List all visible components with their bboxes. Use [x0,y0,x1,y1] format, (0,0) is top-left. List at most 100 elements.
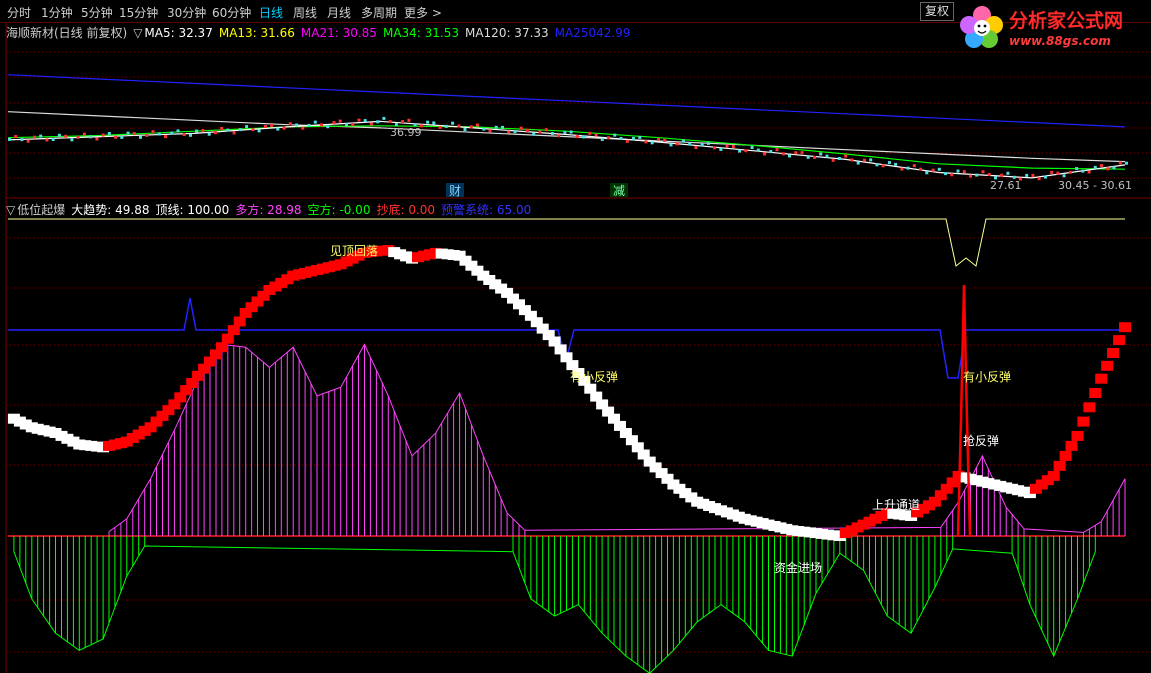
candle [195,129,199,133]
candle [226,128,230,132]
candle [962,170,966,174]
candle [1093,165,1097,169]
candle [781,152,785,156]
candle [1068,170,1072,174]
low-price-label: 27.61 [990,179,1022,192]
candle [288,122,292,126]
trend-block-up [1077,416,1090,427]
grab-rebound-label: 抢反弹 [963,433,999,448]
candle [544,128,548,132]
candle [369,122,373,126]
candle [507,130,511,134]
candle [1056,171,1060,175]
candle [57,133,61,137]
trend-block-up [1119,322,1131,333]
candle [675,142,679,146]
candle [644,140,648,144]
candle [912,164,916,168]
candle [1125,161,1128,165]
candle [295,123,299,127]
candle [987,172,991,176]
trend-block-up [1101,360,1114,371]
candle [725,144,729,148]
bottom-signal-spike [956,284,972,537]
trend-block-up [233,316,246,327]
cai-marker[interactable]: 财 [449,184,461,198]
trend-block-up [1089,388,1102,398]
candle [70,138,74,142]
candle [563,130,567,134]
candle [769,150,773,154]
candle [164,135,167,139]
candle [719,147,723,151]
candle [1037,177,1041,181]
candle [1112,166,1116,170]
candle [975,173,979,177]
candle [501,125,504,129]
candle [625,139,629,143]
candle [800,151,804,155]
candle [950,173,954,177]
candle [613,133,617,137]
candle [238,128,242,132]
candle [887,161,891,165]
candle [619,137,623,140]
candle [45,138,49,142]
trend-block-up [1095,373,1108,384]
candle [189,133,192,137]
candle [382,116,386,120]
trend-block-up [1083,402,1096,413]
candle [444,124,448,128]
candle [944,172,947,176]
candle [313,120,317,124]
jian-marker[interactable]: 减 [613,184,625,198]
candle [120,135,124,139]
candle [101,133,105,137]
candle [126,131,130,135]
candle [301,126,305,130]
candle [307,123,311,127]
trend-block-up [227,325,240,336]
candle [182,133,186,136]
candle [557,134,561,138]
candle [263,125,267,128]
trend-block-up [1107,348,1120,358]
candle [706,141,710,145]
candle [931,168,935,172]
candle [856,161,860,165]
candle [969,174,972,178]
candle [213,131,217,135]
candle [825,154,829,158]
trend-block-up [221,333,234,344]
candle [763,152,767,156]
candle [401,120,405,124]
candle [132,132,136,136]
candle [1081,169,1085,173]
ma-line-ma5 [7,120,1126,179]
candle [850,158,854,162]
candle [906,166,910,170]
candle [831,158,835,162]
candle [1062,174,1066,178]
trend-block-up [1065,440,1078,451]
candle [738,149,742,153]
small-rebound-label-1: 有小反弹 [570,370,618,384]
high-price-label: 36.99 [390,126,422,139]
ma-line-ma34 [7,125,1126,170]
candle [756,148,760,152]
candle [881,164,885,168]
candle [320,123,323,127]
candle [681,139,685,143]
candle [688,142,692,146]
candle [51,138,55,141]
candle [64,134,68,138]
candle [276,127,280,131]
candle [1000,173,1004,177]
candle [694,146,698,149]
candle [588,131,592,135]
candle [713,146,717,150]
price-lines [7,74,1126,179]
candle [201,129,205,133]
candle [232,131,236,135]
candle [482,127,486,131]
